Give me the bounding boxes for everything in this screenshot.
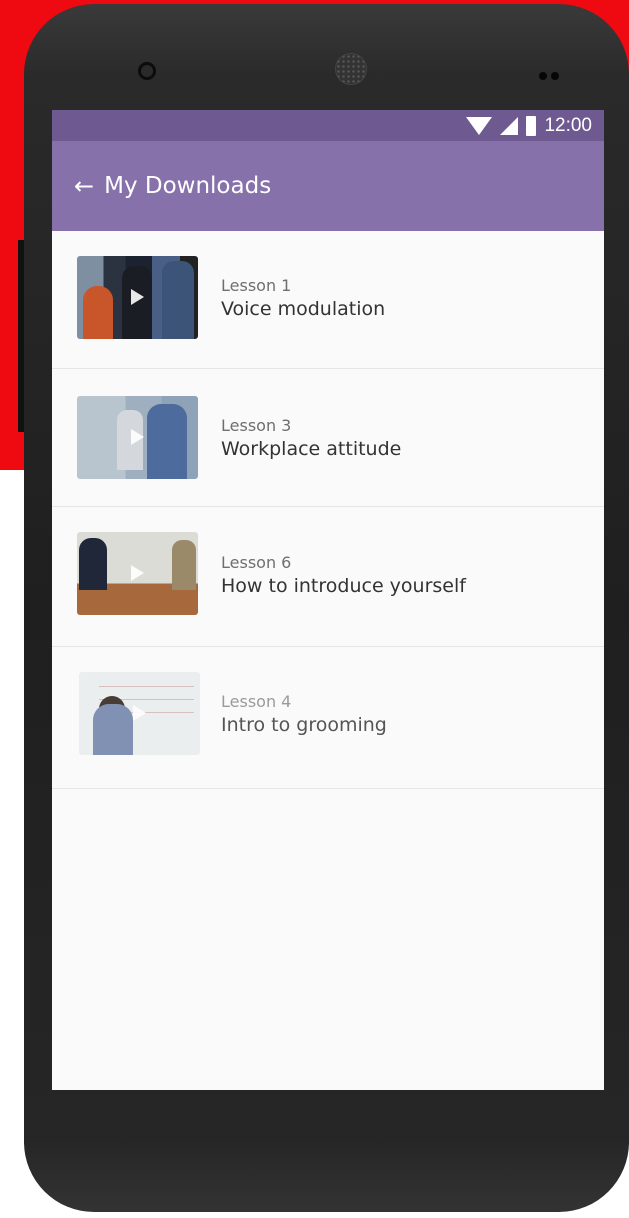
list-item[interactable]: Lesson 1 Voice modulation <box>52 231 604 369</box>
play-icon <box>131 565 144 581</box>
video-thumbnail[interactable] <box>77 396 198 479</box>
page-title: My Downloads <box>104 173 272 199</box>
lesson-title: Intro to grooming <box>221 714 387 736</box>
lesson-number: Lesson 6 <box>221 553 292 572</box>
front-camera-icon <box>138 62 156 80</box>
speaker-grille-icon <box>335 53 367 85</box>
sensors <box>539 65 569 80</box>
list-item[interactable]: Lesson 4 Intro to grooming <box>52 647 604 789</box>
lesson-title: How to introduce yourself <box>221 575 466 597</box>
lesson-title: Workplace attitude <box>221 438 402 460</box>
battery-icon <box>526 115 537 136</box>
phone-screen: 12:00 ← My Downloads Lesson 1 Voice modu… <box>52 110 604 1090</box>
lesson-number: Lesson 1 <box>221 276 292 295</box>
play-icon <box>131 289 144 305</box>
status-time: 12:00 <box>544 114 592 136</box>
lesson-title: Voice modulation <box>221 298 386 320</box>
downloads-list: Lesson 1 Voice modulation Lesson 3 Workp… <box>52 231 604 789</box>
video-thumbnail[interactable] <box>77 532 198 615</box>
app-bar: ← My Downloads <box>52 141 604 231</box>
arrow-left-icon[interactable]: ← <box>74 174 94 198</box>
lesson-number: Lesson 3 <box>221 416 292 435</box>
status-bar: 12:00 <box>52 110 604 141</box>
list-item[interactable]: Lesson 3 Workplace attitude <box>52 369 604 507</box>
play-icon <box>131 429 144 445</box>
signal-icon <box>500 116 519 135</box>
list-item[interactable]: Lesson 6 How to introduce yourself <box>52 507 604 647</box>
video-thumbnail[interactable] <box>77 256 198 339</box>
wifi-icon <box>466 116 493 135</box>
lesson-number: Lesson 4 <box>221 692 292 711</box>
video-thumbnail[interactable] <box>79 672 200 755</box>
play-icon <box>133 705 146 721</box>
